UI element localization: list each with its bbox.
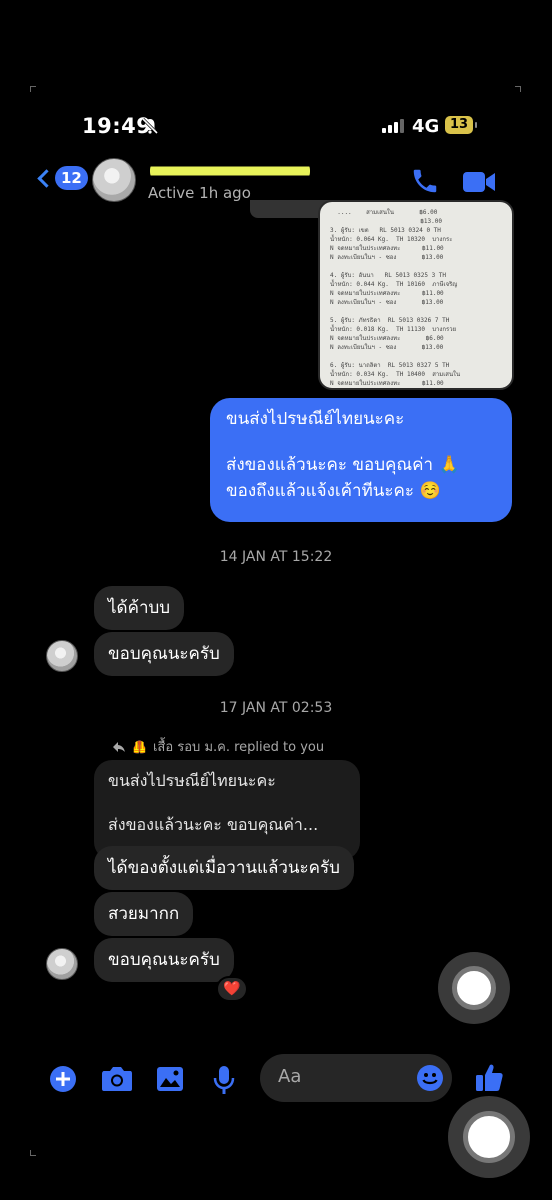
bell-muted-icon bbox=[141, 117, 159, 135]
frame-corner bbox=[30, 86, 36, 92]
thumbs-up-icon[interactable] bbox=[474, 1062, 504, 1094]
assistive-touch-inner bbox=[452, 966, 496, 1010]
contact-avatar-small[interactable] bbox=[46, 640, 78, 672]
message-text: สวยมากก bbox=[108, 904, 180, 924]
quoted-line: ขนส่งไปรษณีย์ไทยนะคะ bbox=[108, 771, 276, 790]
receipt-image-message[interactable]: .... สามเสนใน ฿6.00 ฿13.00 3. ผู้รับ: เข… bbox=[318, 200, 514, 390]
contact-avatar[interactable] bbox=[92, 158, 136, 202]
sent-message-line: ของถึงแล้วแจ้งเค้าทีนะคะ ☺️ bbox=[226, 481, 441, 501]
signal-strength-icon bbox=[382, 119, 404, 133]
active-status: Active 1h ago bbox=[148, 184, 251, 202]
phone-icon[interactable] bbox=[410, 166, 440, 196]
message-composer: Aa bbox=[0, 1050, 552, 1110]
message-text: ขอบคุณนะครับ bbox=[108, 644, 220, 664]
sent-message-line: ส่งของแล้วนะคะ ขอบคุณค่า 🙏 bbox=[226, 455, 460, 475]
received-message-bubble[interactable]: ได้ของตั้งแต่เมื่อวานแล้วนะครับ bbox=[94, 846, 354, 890]
back-button[interactable]: 12 bbox=[37, 166, 88, 190]
message-input[interactable]: Aa bbox=[260, 1054, 452, 1102]
network-type: 4G bbox=[412, 116, 440, 137]
quoted-reply-bubble[interactable]: ขนส่งไปรษณีย์ไทยนะคะ ส่งของแล้วนะคะ ขอบค… bbox=[94, 760, 360, 860]
assistive-touch-button[interactable] bbox=[438, 952, 510, 1024]
received-message-bubble[interactable]: ขอบคุณนะครับ bbox=[94, 938, 234, 982]
message-text: ขอบคุณนะครับ bbox=[108, 950, 220, 970]
received-message-bubble[interactable]: สวยมากก bbox=[94, 892, 194, 936]
message-text: ได้ของตั้งแต่เมื่อวานแล้วนะครับ bbox=[108, 858, 340, 878]
reply-header: 🦺 เสื้อ รอบ ม.ค. replied to you bbox=[112, 736, 324, 757]
receipt-text: .... สามเสนใน ฿6.00 ฿13.00 3. ผู้รับ: เข… bbox=[330, 209, 461, 387]
message-input-placeholder: Aa bbox=[278, 1066, 302, 1087]
message-timestamp: 17 JAN AT 02:53 bbox=[219, 700, 333, 716]
quoted-line: ส่งของแล้วนะคะ ขอบคุณค่า... bbox=[108, 815, 319, 834]
vest-emoji-icon: 🦺 bbox=[132, 739, 147, 754]
plus-icon[interactable] bbox=[48, 1064, 78, 1094]
received-message-bubble[interactable]: ขอบคุณนะครับ bbox=[94, 632, 234, 676]
message-text: ได้ค้าบบ bbox=[108, 598, 171, 618]
assistive-touch-inner bbox=[463, 1111, 515, 1163]
battery-indicator: 13 bbox=[445, 116, 477, 134]
status-bar: 19:49 4G 13 bbox=[0, 110, 552, 142]
camera-icon[interactable] bbox=[100, 1064, 134, 1094]
reply-header-text: เสื้อ รอบ ม.ค. replied to you bbox=[152, 740, 325, 755]
microphone-icon[interactable] bbox=[211, 1064, 237, 1096]
contact-avatar-small[interactable] bbox=[46, 948, 78, 980]
message-timestamp: 14 JAN AT 15:22 bbox=[219, 549, 333, 565]
sent-message-line: ขนส่งไปรษณีย์ไทยนะคะ bbox=[226, 409, 405, 429]
frame-corner bbox=[30, 1150, 36, 1156]
frame-corner bbox=[515, 86, 521, 92]
chevron-left-icon bbox=[37, 168, 56, 188]
gallery-icon[interactable] bbox=[155, 1064, 185, 1094]
emoji-icon[interactable] bbox=[416, 1064, 444, 1092]
received-message-bubble[interactable]: ได้ค้าบบ bbox=[94, 586, 185, 630]
video-call-icon[interactable] bbox=[462, 170, 496, 194]
reply-arrow-icon bbox=[113, 741, 125, 752]
unread-count-badge: 12 bbox=[55, 166, 88, 190]
sent-message-bubble[interactable]: ขนส่งไปรษณีย์ไทยนะคะ ส่งของแล้วนะคะ ขอบค… bbox=[210, 398, 512, 522]
heart-reaction[interactable]: ❤️ bbox=[216, 976, 248, 1002]
redacted-contact-name[interactable] bbox=[150, 160, 310, 182]
